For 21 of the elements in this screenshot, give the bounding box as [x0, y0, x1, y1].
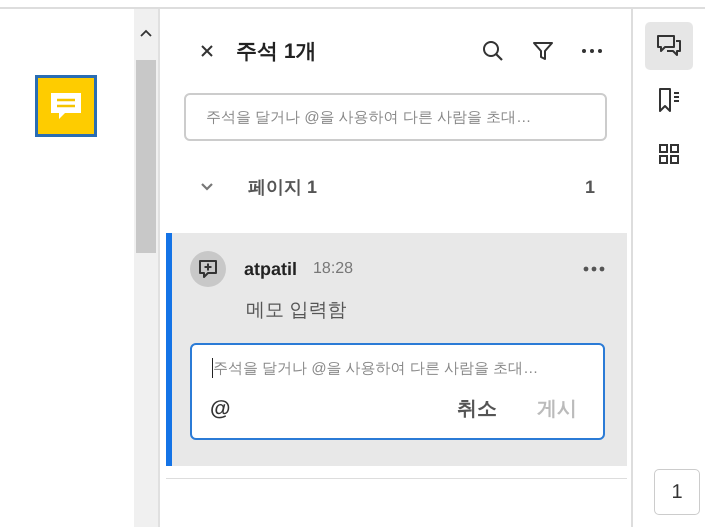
scrollbar-thumb[interactable]: [136, 60, 156, 253]
comment-time: 18:28: [313, 260, 354, 278]
cancel-button[interactable]: 취소: [457, 395, 497, 422]
more-icon[interactable]: [583, 266, 605, 272]
comment-count: 1: [584, 176, 595, 198]
search-icon[interactable]: [481, 39, 505, 63]
close-icon[interactable]: [200, 44, 214, 58]
sticky-note-icon[interactable]: [35, 75, 97, 137]
filter-icon[interactable]: [531, 39, 555, 63]
comment-text: 메모 입력함: [246, 299, 348, 323]
note-avatar-icon: [190, 251, 226, 287]
scroll-up-icon[interactable]: [140, 29, 152, 37]
chevron-icon[interactable]: [200, 182, 214, 192]
author-name: atpatil: [244, 258, 298, 280]
comment-input[interactable]: 주석을 달거나 @을 사용하여 다른 사람을 초대…: [184, 93, 607, 141]
page-number[interactable]: 1: [654, 469, 700, 515]
panel-title: 주석 1개: [236, 39, 317, 65]
mention-button[interactable]: @: [210, 396, 230, 420]
comments-icon[interactable]: [645, 22, 693, 70]
more-icon[interactable]: [581, 48, 603, 54]
page-group-label: 페이지 1: [248, 176, 318, 199]
